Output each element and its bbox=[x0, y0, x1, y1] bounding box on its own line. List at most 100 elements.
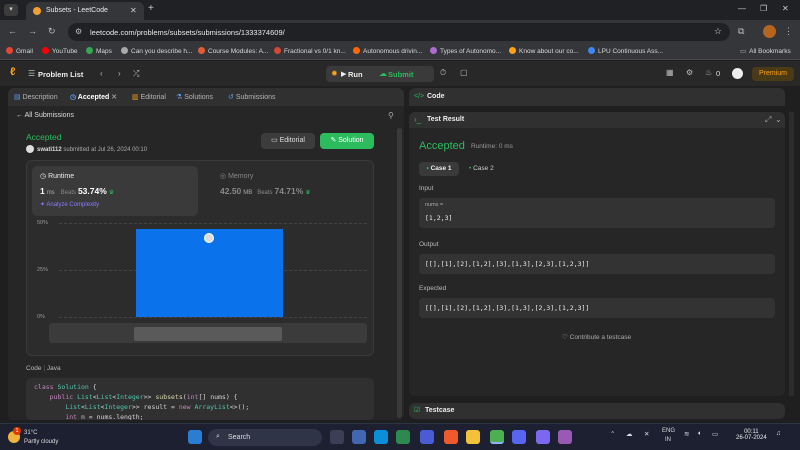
profile-avatar[interactable] bbox=[763, 25, 776, 38]
editorial-button[interactable]: ▭ Editorial bbox=[261, 133, 315, 149]
user-avatar[interactable] bbox=[732, 68, 743, 79]
chart-range-thumb[interactable] bbox=[134, 327, 282, 341]
extensions-icon[interactable]: ⧉ bbox=[738, 26, 744, 37]
settings-gear-icon[interactable]: ⚙ bbox=[686, 68, 693, 77]
contribute-testcase-link[interactable]: ♡ Contribute a testcase bbox=[562, 333, 631, 341]
back-icon[interactable]: ← bbox=[8, 26, 17, 36]
browser-tab[interactable]: Subsets - LeetCode ✕ bbox=[26, 2, 144, 20]
bookmark-item[interactable]: YouTube bbox=[42, 47, 78, 55]
youtube-icon bbox=[42, 47, 49, 54]
memory-label[interactable]: ◎ Memory bbox=[220, 172, 253, 180]
region-code[interactable]: IN bbox=[665, 437, 671, 443]
runtime-values: 1 ms Beats 53.74% ♛ bbox=[40, 186, 114, 196]
browser-menu-icon[interactable]: ⋮ bbox=[784, 26, 793, 37]
url-text[interactable]: leetcode.com/problems/subsets/submission… bbox=[90, 28, 285, 37]
bookmark-item[interactable]: Fractional vs 0/1 kn... bbox=[274, 47, 346, 55]
file-explorer-icon[interactable] bbox=[466, 430, 480, 444]
tab-solutions[interactable]: ⚗ Solutions bbox=[176, 93, 213, 101]
y-tick-label: 0% bbox=[37, 314, 45, 320]
close-window-icon[interactable]: ✕ bbox=[782, 4, 789, 13]
language-code[interactable]: ENG bbox=[662, 428, 675, 434]
system-clock[interactable]: 00:11 26-07-2024 bbox=[736, 429, 767, 441]
meet-icon[interactable] bbox=[352, 430, 366, 444]
tab-description[interactable]: ▤ Description bbox=[14, 93, 58, 101]
chrome-icon[interactable] bbox=[490, 430, 504, 444]
forward-icon[interactable]: → bbox=[28, 26, 37, 36]
test-result-header[interactable]: ›_ Test Result ⤢ ⌄ bbox=[409, 112, 785, 128]
runtime-label: ◷ Runtime bbox=[40, 173, 75, 180]
bookmark-item[interactable]: Gmail bbox=[6, 47, 33, 55]
edge-icon[interactable] bbox=[374, 430, 388, 444]
bookmark-item[interactable]: Autonomous drivin... bbox=[353, 47, 422, 55]
collapse-icon[interactable]: ⌄ bbox=[775, 115, 782, 124]
discord-icon[interactable] bbox=[512, 430, 526, 444]
layout-icon[interactable]: ▦ bbox=[666, 68, 674, 77]
solution-button[interactable]: ✎ Solution bbox=[320, 133, 374, 149]
prev-problem-icon[interactable]: ‹ bbox=[100, 69, 103, 78]
bookmark-item[interactable]: Maps bbox=[86, 47, 112, 55]
notifications-bell-icon[interactable]: ♫ bbox=[776, 430, 781, 437]
bookmark-star-icon[interactable]: ☆ bbox=[714, 26, 722, 37]
link-icon[interactable]: ⚲ bbox=[388, 111, 394, 120]
tab-accepted[interactable]: ◷ Accepted ✕ bbox=[70, 93, 117, 101]
teams-icon[interactable] bbox=[536, 430, 550, 444]
address-bar[interactable]: ⚙ leetcode.com/problems/subsets/submissi… bbox=[68, 23, 730, 41]
play-icon: ▶ bbox=[341, 71, 347, 78]
app-icon[interactable] bbox=[420, 430, 434, 444]
restore-icon[interactable]: ❐ bbox=[760, 4, 767, 13]
speaker-mute-icon[interactable]: ✕ bbox=[644, 430, 649, 438]
all-submissions-link[interactable]: ← All Submissions bbox=[16, 112, 74, 119]
new-tab-icon[interactable]: + bbox=[148, 3, 154, 14]
wifi-icon[interactable]: ≋ bbox=[684, 430, 689, 438]
network-alt-icon[interactable]: ☁ bbox=[626, 430, 633, 438]
tab-submissions[interactable]: ↺ Submissions bbox=[228, 93, 276, 101]
reload-icon[interactable]: ↻ bbox=[48, 26, 56, 37]
submit-button[interactable]: Submit bbox=[388, 70, 413, 79]
premium-button[interactable]: Premium bbox=[752, 67, 794, 81]
start-windows-icon[interactable] bbox=[188, 430, 202, 444]
leetcode-logo-icon[interactable]: ℓ bbox=[10, 66, 22, 80]
site-info-icon[interactable]: ⚙ bbox=[75, 27, 82, 36]
bookmark-item[interactable]: Course Modules: A... bbox=[198, 47, 268, 55]
timer-icon[interactable]: ⏱ bbox=[440, 68, 446, 78]
taskbar-search[interactable]: ⌕ Search bbox=[208, 429, 322, 446]
bookmark-item[interactable]: Can you describe h... bbox=[121, 47, 192, 55]
book-icon: ▥ bbox=[132, 94, 139, 101]
tab-editorial[interactable]: ▥ Editorial bbox=[132, 93, 166, 101]
bookmark-item[interactable]: Types of Autonomo... bbox=[430, 47, 501, 55]
minimize-icon[interactable]: — bbox=[738, 4, 746, 13]
maximize-icon[interactable]: ⤢ bbox=[765, 115, 771, 125]
notes-icon[interactable]: ▢ bbox=[460, 68, 468, 77]
app-icon[interactable] bbox=[558, 430, 572, 444]
analyze-complexity-link[interactable]: ✦ Analyze Complexity bbox=[40, 201, 99, 208]
shuffle-icon[interactable]: ⤮ bbox=[133, 69, 139, 79]
brave-icon[interactable] bbox=[444, 430, 458, 444]
tray-chevron-icon[interactable]: ⌃ bbox=[610, 430, 615, 438]
left-panel-scrollbar[interactable] bbox=[397, 128, 402, 418]
next-problem-icon[interactable]: › bbox=[118, 69, 121, 78]
case-2-tab[interactable]: • Case 2 bbox=[469, 162, 509, 176]
case-1-tab[interactable]: • Case 1 bbox=[419, 162, 459, 176]
bookmarks-bar: Gmail YouTube Maps Can you describe h...… bbox=[0, 44, 800, 60]
volume-icon[interactable]: 🔈︎ bbox=[698, 430, 702, 438]
site-icon bbox=[198, 47, 205, 54]
task-view-icon[interactable] bbox=[330, 430, 344, 444]
problem-list-link[interactable]: Problem List bbox=[38, 70, 83, 79]
bookmark-item[interactable]: LPU Continuous Ass... bbox=[588, 47, 663, 55]
fire-icon[interactable]: ♨ bbox=[705, 68, 712, 77]
submitted-code[interactable]: class Solution { public List<List<Intege… bbox=[26, 378, 374, 420]
runtime-card[interactable]: ◷ Runtime 1 ms Beats 53.74% ♛ ✦ Analyze … bbox=[32, 166, 198, 216]
testcase-panel-header[interactable]: ☑ Testcase bbox=[409, 403, 785, 419]
code-panel-header[interactable]: </> Code bbox=[409, 88, 785, 106]
close-tab-icon[interactable]: ✕ bbox=[130, 6, 137, 15]
right-scrollbar[interactable] bbox=[789, 112, 794, 396]
debug-icon[interactable]: ✹ bbox=[331, 69, 338, 78]
submission-status: Accepted bbox=[26, 132, 62, 142]
bookmark-item[interactable]: Know about our co... bbox=[509, 47, 579, 55]
all-bookmarks[interactable]: ▭ All Bookmarks bbox=[740, 47, 791, 55]
store-icon[interactable] bbox=[396, 430, 410, 444]
tab-search-button[interactable]: ▾ bbox=[4, 4, 18, 16]
submission-panel: ▤ Description ◷ Accepted ✕ ▥ Editorial ⚗… bbox=[8, 88, 404, 420]
run-button[interactable]: Run bbox=[348, 70, 363, 79]
battery-icon[interactable]: ▭ bbox=[712, 430, 718, 438]
